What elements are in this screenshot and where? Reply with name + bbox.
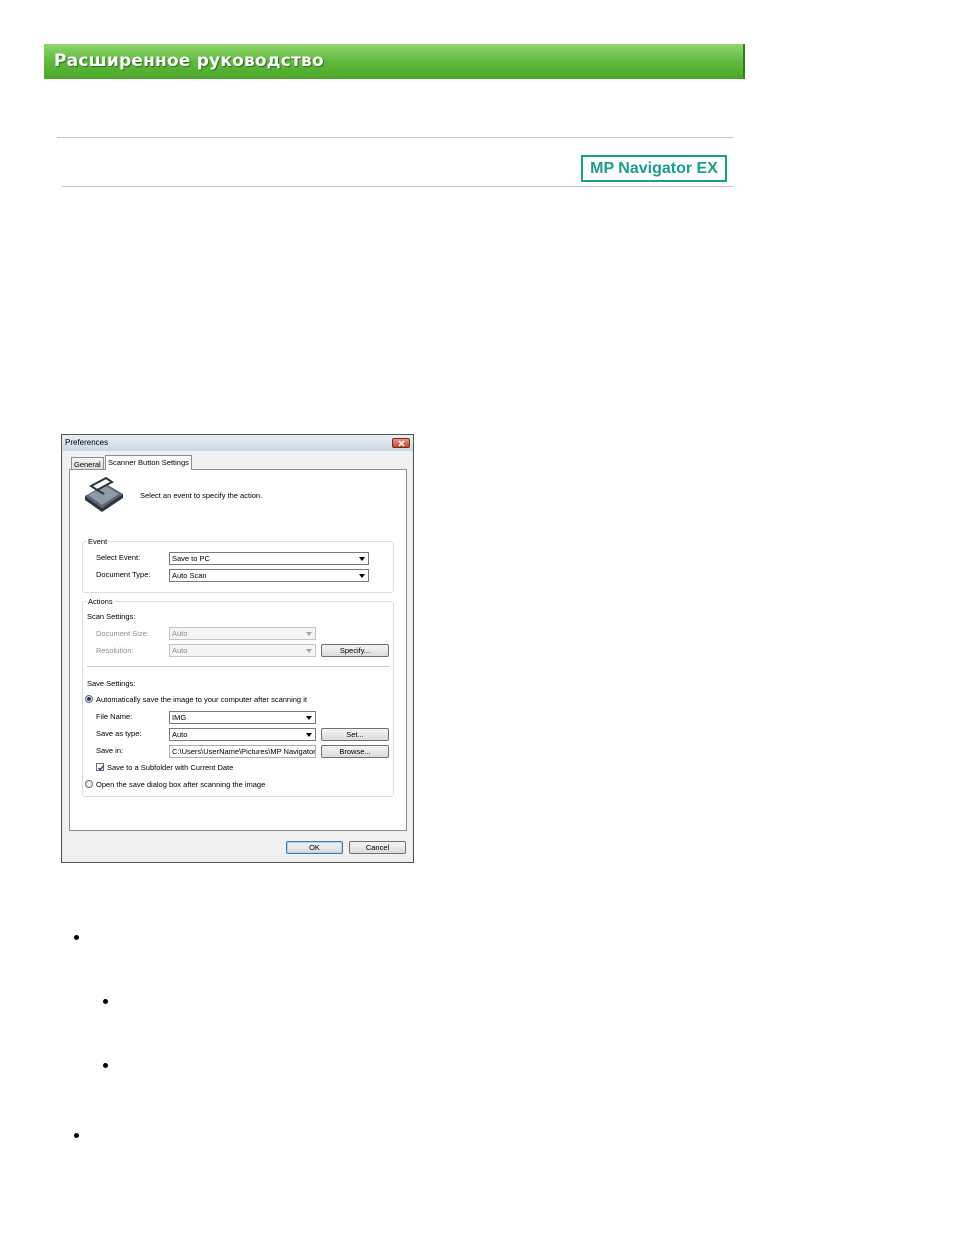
actions-separator: [87, 666, 389, 668]
document-type-value: Auto Scan: [172, 571, 207, 580]
list-bullet: [74, 1133, 79, 1138]
dialog-body: General Scanner Button Settings Select a…: [63, 451, 412, 862]
select-event-dropdown[interactable]: Save to PC: [169, 552, 369, 565]
auto-save-radio[interactable]: [85, 695, 93, 703]
resolution-value: Auto: [172, 646, 188, 655]
subfolder-checkbox[interactable]: [96, 763, 105, 771]
select-event-label: Select Event:: [96, 553, 141, 562]
save-settings-label: Save Settings:: [87, 679, 136, 688]
list-bullet: [74, 935, 79, 940]
dialog-title: Preferences: [65, 438, 109, 447]
document-type-label: Document Type:: [96, 570, 151, 579]
select-event-value: Save to PC: [172, 554, 210, 563]
ok-button[interactable]: OK: [286, 841, 343, 854]
save-as-type-value: Auto: [172, 730, 188, 739]
chevron-down-icon: [306, 733, 312, 737]
document-size-value: Auto: [172, 629, 188, 638]
file-name-value: IMG: [172, 713, 187, 722]
open-dialog-radio[interactable]: [85, 780, 93, 788]
chevron-down-icon: [359, 574, 365, 578]
browse-button[interactable]: Browse...: [321, 745, 389, 758]
file-name-input[interactable]: IMG: [169, 711, 316, 724]
chevron-down-icon: [306, 632, 312, 636]
set-button[interactable]: Set...: [321, 728, 389, 741]
tab-page: Select an event to specify the action. E…: [69, 469, 407, 831]
actions-group-title: Actions: [87, 597, 114, 606]
save-as-type-label: Save as type:: [96, 729, 142, 738]
document-size-label: Document Size:: [96, 629, 149, 638]
event-group-title: Event: [87, 537, 109, 546]
actions-group: Actions Scan Settings: Document Size: Au…: [82, 597, 394, 797]
chevron-down-icon: [306, 716, 312, 720]
file-name-label: File Name:: [96, 712, 133, 721]
save-in-label: Save in:: [96, 746, 124, 755]
preferences-dialog: Preferences General Scanner Button Setti…: [61, 434, 414, 863]
open-dialog-radio-label: Open the save dialog box after scanning …: [96, 780, 266, 789]
scan-settings-label: Scan Settings:: [87, 612, 136, 621]
chevron-down-icon: [359, 557, 365, 561]
resolution-dropdown[interactable]: Auto: [169, 644, 316, 657]
scanner-icon: [85, 476, 123, 512]
intro-text: Select an event to specify the action.: [140, 491, 263, 500]
product-logo: MP Navigator EX: [581, 155, 727, 182]
tab-scanner-button-settings[interactable]: Scanner Button Settings: [105, 455, 192, 470]
specify-button[interactable]: Specify...: [321, 644, 389, 657]
dialog-titlebar: Preferences: [62, 435, 413, 451]
page-title: Расширенное руководство: [54, 51, 324, 71]
checkmark-icon: [97, 765, 105, 771]
document-type-dropdown[interactable]: Auto Scan: [169, 569, 369, 582]
header-banner: Расширенное руководство: [44, 44, 745, 79]
divider-top: [57, 137, 734, 138]
list-bullet: [103, 999, 108, 1004]
save-in-field[interactable]: C:\Users\UserName\Pictures\MP Navigator …: [169, 745, 316, 758]
close-icon[interactable]: [392, 438, 410, 448]
document-size-dropdown[interactable]: Auto: [169, 627, 316, 640]
chevron-down-icon: [306, 649, 312, 653]
list-bullet: [103, 1063, 108, 1068]
save-as-type-dropdown[interactable]: Auto: [169, 728, 316, 741]
resolution-label: Resolution:: [96, 646, 134, 655]
subfolder-checkbox-label: Save to a Subfolder with Current Date: [107, 763, 234, 772]
cancel-button[interactable]: Cancel: [349, 841, 406, 854]
divider-bottom: [62, 186, 733, 187]
event-group: Event Select Event: Save to PC Document …: [82, 537, 394, 593]
auto-save-radio-label: Automatically save the image to your com…: [96, 695, 307, 704]
